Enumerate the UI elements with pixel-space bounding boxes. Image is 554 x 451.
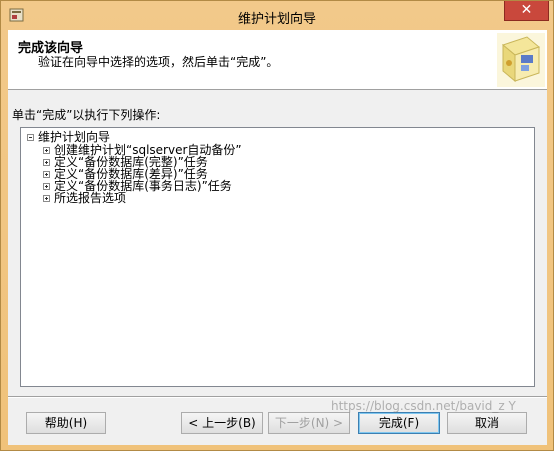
wizard-client-area: 完成该向导 验证在向导中选择的选项，然后单击“完成”。 单击“完成”以执行下列操… — [8, 30, 547, 445]
expand-icon[interactable] — [43, 183, 50, 190]
cancel-button[interactable]: 取消 — [447, 412, 527, 434]
help-button[interactable]: 帮助(H) — [26, 412, 106, 434]
wizard-window: 维护计划向导 ✕ 完成该向导 验证在向导中选择的选项，然后单击“完成”。 单击“… — [0, 0, 554, 451]
close-button[interactable]: ✕ — [504, 1, 549, 21]
wizard-header: 完成该向导 验证在向导中选择的选项，然后单击“完成”。 — [8, 30, 547, 90]
tree-item[interactable]: 所选报告选项 — [43, 192, 126, 205]
tree-item-label: 所选报告选项 — [54, 191, 127, 205]
window-title: 维护计划向导 — [237, 12, 316, 27]
title-bar[interactable]: 维护计划向导 ✕ — [1, 1, 553, 30]
tree-root-label: 维护计划向导 — [38, 130, 111, 144]
expand-icon[interactable] — [43, 171, 50, 178]
collapse-icon[interactable] — [27, 134, 34, 141]
summary-tree[interactable]: 维护计划向导 创建维护计划“sqlserver自动备份” 定义“备份数据库(完整… — [20, 127, 535, 387]
next-button[interactable]: 下一步(N) > — [268, 412, 350, 434]
expand-icon[interactable] — [43, 147, 50, 154]
watermark-text: https://blog.csdn.net/bavid_z Y — [331, 399, 516, 413]
expand-icon[interactable] — [43, 195, 50, 202]
footer-divider — [8, 396, 547, 398]
wizard-graphic-icon — [497, 33, 545, 87]
expand-icon[interactable] — [43, 159, 50, 166]
section-label: 单击“完成”以执行下列操作: — [12, 108, 161, 122]
finish-button[interactable]: 完成(F) — [358, 412, 440, 434]
back-button[interactable]: < 上一步(B) — [181, 412, 263, 434]
close-icon: ✕ — [520, 2, 533, 18]
page-subtitle: 验证在向导中选择的选项，然后单击“完成”。 — [38, 55, 279, 69]
